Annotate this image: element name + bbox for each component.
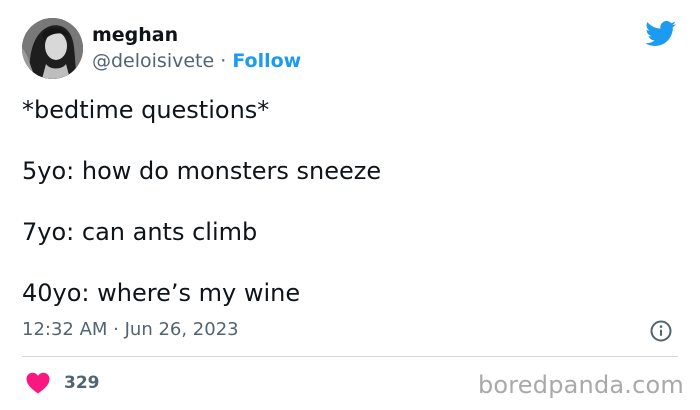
tweet-text: *bedtime questions* 5yo: how do monsters… bbox=[22, 95, 672, 339]
user-handle[interactable]: @deloisivete bbox=[92, 50, 214, 72]
watermark: boredpanda.com bbox=[477, 371, 684, 399]
tweet-line-1: *bedtime questions* bbox=[22, 96, 270, 124]
follow-button[interactable]: Follow bbox=[232, 50, 301, 72]
like-count: 329 bbox=[64, 373, 100, 393]
tweet-line-2: 5yo: how do monsters sneeze bbox=[22, 157, 382, 185]
tweet-line-4: 40yo: where’s my wine bbox=[22, 279, 301, 307]
display-name[interactable]: meghan bbox=[92, 23, 178, 47]
avatar-image bbox=[22, 18, 83, 79]
handle-row: @deloisivete · Follow bbox=[92, 49, 301, 73]
heart-icon bbox=[26, 372, 50, 394]
tweet-timestamp[interactable]: 12:32 AM · Jun 26, 2023 bbox=[22, 318, 239, 342]
avatar[interactable] bbox=[22, 18, 83, 79]
tweet-line-3: 7yo: can ants climb bbox=[22, 218, 258, 246]
divider bbox=[22, 356, 678, 357]
info-icon[interactable] bbox=[650, 320, 672, 342]
tweet-card: meghan @deloisivete · Follow *bedtime qu… bbox=[0, 0, 700, 410]
twitter-bird-icon[interactable] bbox=[645, 21, 677, 47]
like-button[interactable]: 329 bbox=[26, 371, 100, 395]
separator-dot: · bbox=[214, 50, 233, 72]
